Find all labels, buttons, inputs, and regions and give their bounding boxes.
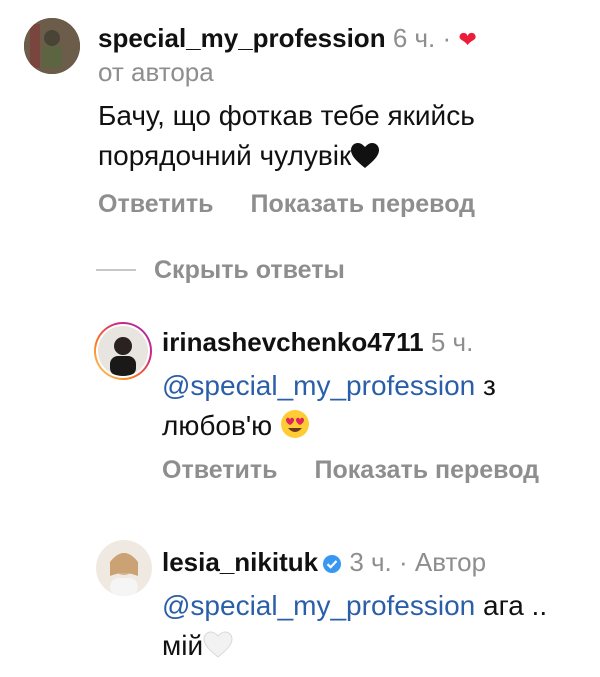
reply-time: 3 ч. [349,547,392,577]
separator-dot: · [442,23,452,53]
hide-replies-label: Скрыть ответы [154,255,345,284]
liked-by-author-label: от автора [98,57,214,87]
reply-username[interactable]: irinashevchenko4711 [162,327,424,357]
comment-time: 6 ч. [392,23,436,53]
show-translation-button[interactable]: Показать перевод [250,190,475,218]
reply-text: @special_my_profession з любов'ю [162,366,582,450]
liked-heart-icon: ❤ [458,27,477,52]
mention-link[interactable]: @special_my_profession [162,370,475,401]
reply-button[interactable]: Ответить [162,456,278,484]
reply-username[interactable]: lesia_nikituk [162,547,318,577]
user-photo-icon [96,540,152,596]
hide-replies-toggle[interactable]: Скрыть ответы [96,252,345,288]
show-translation-button[interactable]: Показать перевод [314,456,539,484]
heart-eyes-emoji-icon [280,409,310,450]
avatar[interactable] [94,322,152,380]
author-badge: Автор [414,547,487,577]
reply-text: @special_my_profession ага .. мій [162,586,582,670]
comment-text: Бачу, що фоткав тебе якийсь порядочний ч… [98,96,558,180]
soldier-photo-icon [24,18,80,74]
mention-link[interactable]: @special_my_profession [162,590,475,621]
divider [96,269,136,271]
black-heart-icon [351,140,380,180]
avatar[interactable] [96,540,152,596]
reply-time: 5 ч. [430,327,474,357]
white-heart-icon [203,630,233,670]
avatar[interactable] [24,18,80,74]
verified-badge-icon [322,549,342,581]
user-photo-icon [98,326,148,376]
reply-button[interactable]: Ответить [98,190,214,218]
separator-dot: · [399,547,408,577]
comment-username[interactable]: special_my_profession [98,23,386,53]
